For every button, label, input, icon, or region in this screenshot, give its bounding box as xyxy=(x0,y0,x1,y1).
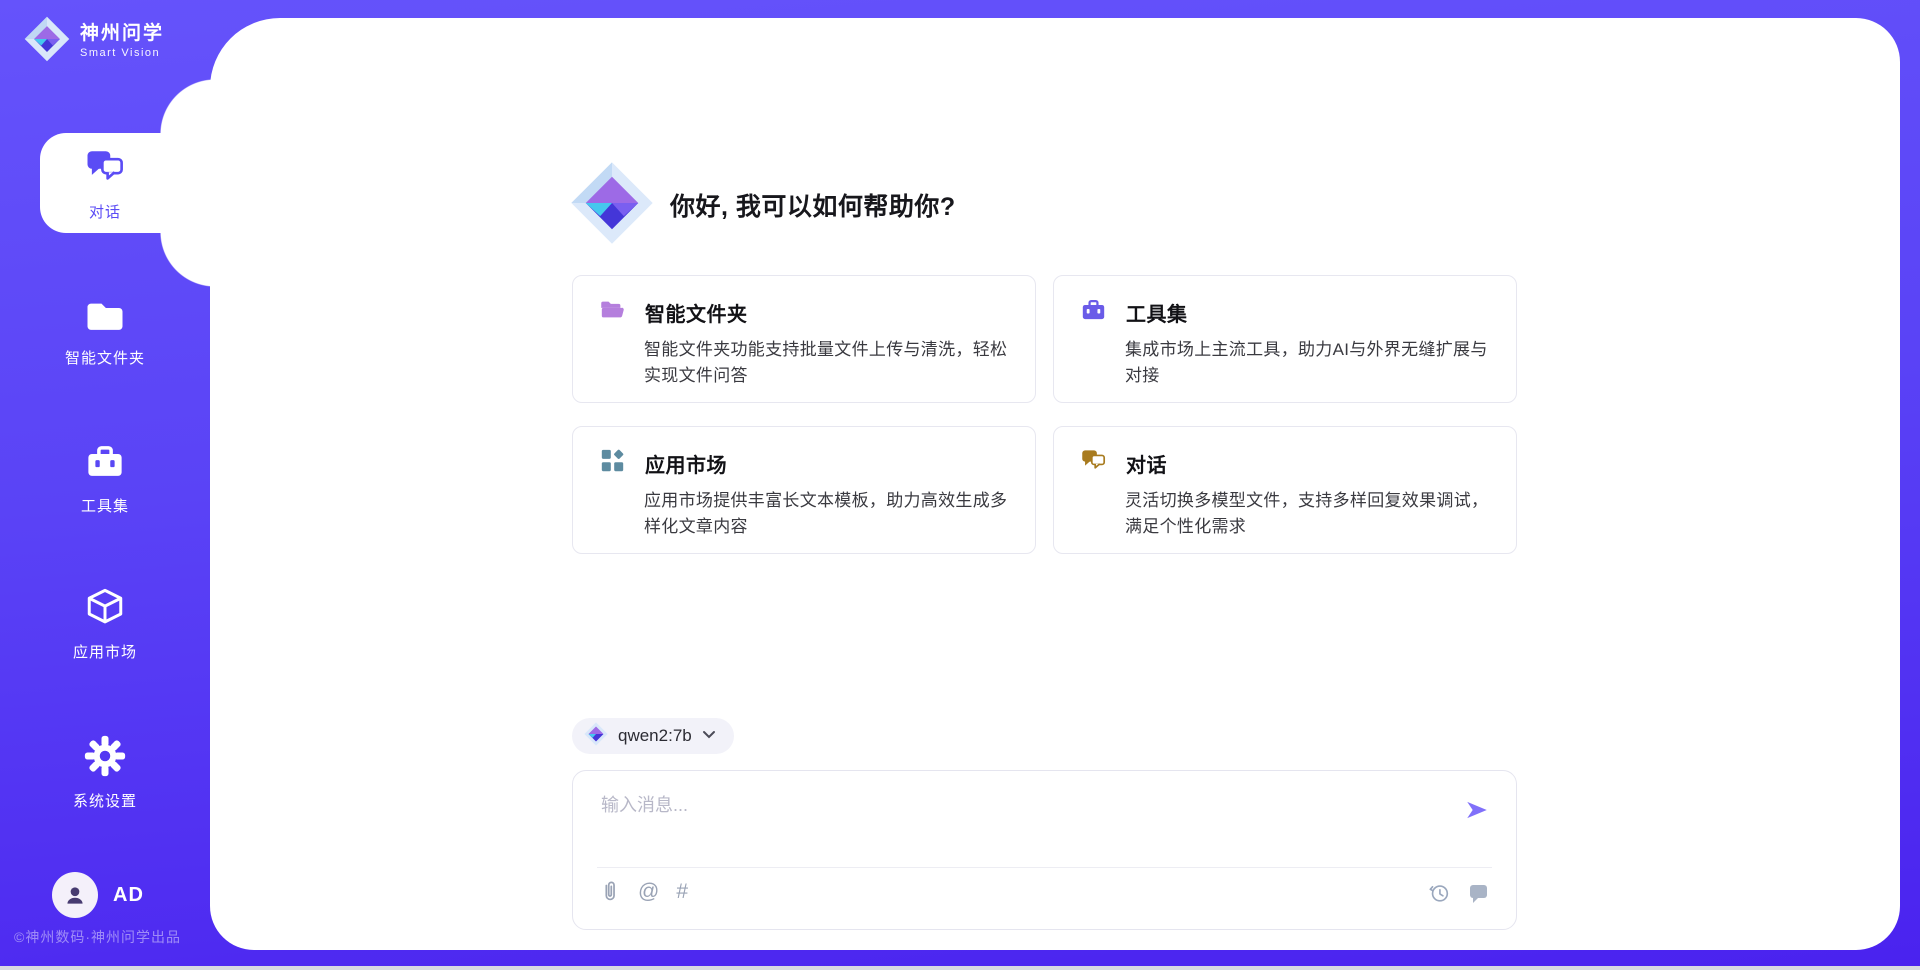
card-description: 应用市场提供丰富长文本模板，助力高效生成多样化文章内容 xyxy=(644,488,1009,541)
window-bottom-edge xyxy=(0,966,1920,970)
sidebar-item-toolset[interactable]: 工具集 xyxy=(0,440,210,516)
message-composer: @ # xyxy=(572,770,1517,930)
message-input[interactable] xyxy=(599,789,1443,863)
card-app-market[interactable]: 应用市场 应用市场提供丰富长文本模板，助力高效生成多样化文章内容 xyxy=(572,426,1036,554)
feature-cards: 智能文件夹 智能文件夹功能支持批量文件上传与清洗，轻松实现文件问答 工具集 集成… xyxy=(572,275,1518,554)
chat-bubbles-icon xyxy=(84,175,126,192)
brand-logo-diamond-icon xyxy=(24,16,70,67)
copyright-text: ©神州数码·神州问学出品 xyxy=(14,927,181,947)
card-description: 智能文件夹功能支持批量文件上传与清洗，轻松实现文件问答 xyxy=(644,337,1009,390)
cube-icon xyxy=(84,615,126,632)
card-smart-folder[interactable]: 智能文件夹 智能文件夹功能支持批量文件上传与清洗，轻松实现文件问答 xyxy=(572,275,1036,403)
tab-fillet-bottom xyxy=(159,232,215,287)
mention-icon[interactable]: @ xyxy=(638,881,659,902)
card-title: 对话 xyxy=(1126,449,1167,478)
apps-grid-icon xyxy=(599,447,626,479)
user-initials: AD xyxy=(113,884,144,907)
sidebar-item-label: 工具集 xyxy=(0,495,210,516)
card-toolset[interactable]: 工具集 集成市场上主流工具，助力AI与外界无缝扩展与对接 xyxy=(1053,275,1517,403)
hashtag-icon[interactable]: # xyxy=(676,881,688,902)
sidebar-item-label: 智能文件夹 xyxy=(0,347,210,368)
sidebar-item-label: 对话 xyxy=(0,201,210,222)
sidebar-item-chat[interactable]: 对话 xyxy=(0,146,210,222)
send-button[interactable] xyxy=(1464,797,1490,823)
chevron-down-icon xyxy=(702,727,716,745)
sidebar-item-smart-folder[interactable]: 智能文件夹 xyxy=(0,296,210,368)
brand: 神州问学 Smart Vision xyxy=(24,16,164,67)
avatar[interactable] xyxy=(52,872,98,918)
attach-file-icon[interactable] xyxy=(599,879,621,903)
brand-name: 神州问学 xyxy=(80,24,164,45)
model-diamond-icon xyxy=(584,722,608,751)
comment-icon[interactable] xyxy=(1466,881,1490,905)
user-profile[interactable]: AD xyxy=(52,872,144,918)
card-chat[interactable]: 对话 灵活切换多模型文件，支持多样回复效果调试，满足个性化需求 xyxy=(1053,426,1517,554)
history-icon[interactable] xyxy=(1427,881,1451,905)
folder-open-icon xyxy=(599,296,626,328)
model-name: qwen2:7b xyxy=(618,726,692,746)
toolbox-icon xyxy=(84,469,126,486)
sidebar-item-label: 系统设置 xyxy=(0,790,210,811)
greeting-logo-diamond-icon xyxy=(570,161,654,250)
greeting-title: 你好, 我可以如何帮助你? xyxy=(670,187,956,223)
brand-subtitle: Smart Vision xyxy=(80,47,164,59)
card-title: 智能文件夹 xyxy=(645,298,748,327)
sidebar-item-settings[interactable]: 系统设置 xyxy=(0,735,210,811)
model-selector[interactable]: qwen2:7b xyxy=(572,718,734,754)
gear-icon xyxy=(84,764,126,781)
chat-bubbles-icon xyxy=(1080,447,1107,479)
sidebar-item-app-market[interactable]: 应用市场 xyxy=(0,586,210,662)
card-description: 灵活切换多模型文件，支持多样回复效果调试，满足个性化需求 xyxy=(1125,488,1490,541)
composer-divider xyxy=(597,867,1492,868)
toolbox-icon xyxy=(1080,296,1107,328)
card-title: 应用市场 xyxy=(645,449,727,478)
greeting-row: 你好, 我可以如何帮助你? xyxy=(570,163,956,247)
card-description: 集成市场上主流工具，助力AI与外界无缝扩展与对接 xyxy=(1125,337,1490,390)
card-title: 工具集 xyxy=(1126,298,1188,327)
sidebar-item-label: 应用市场 xyxy=(0,641,210,662)
folder-icon xyxy=(84,321,126,338)
tab-fillet-top xyxy=(159,79,215,134)
